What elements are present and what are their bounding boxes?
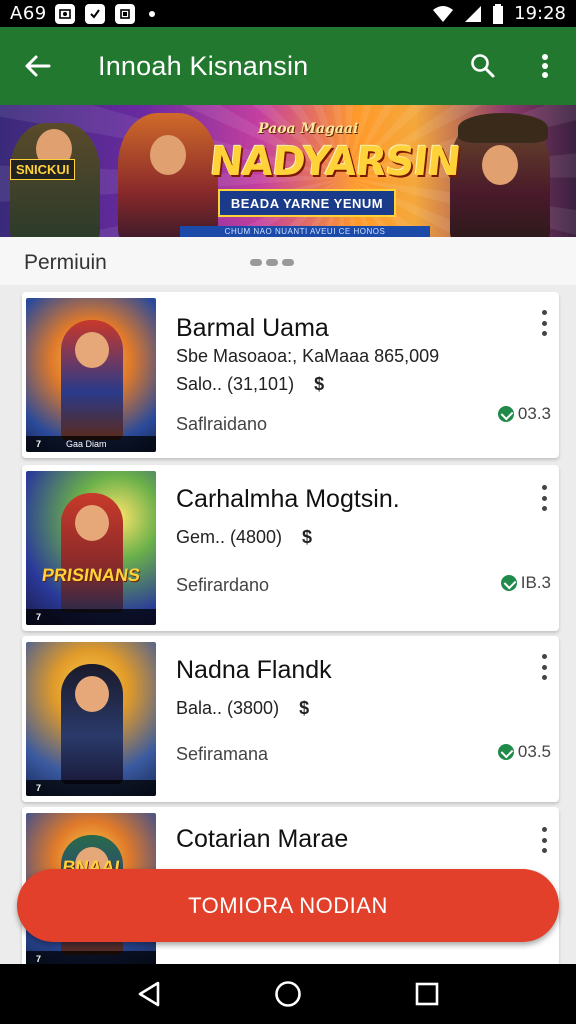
banner-hero-center-face <box>150 135 186 175</box>
price-icon: $ <box>314 374 325 394</box>
banner-hero-hat <box>458 113 548 143</box>
game-rating: IB.3 <box>500 573 551 593</box>
arrow-left-icon <box>25 55 51 77</box>
game-title: Cotarian Marae <box>176 825 349 853</box>
game-thumbnail: 7 <box>26 642 156 796</box>
nav-recents-button[interactable] <box>403 970 451 1018</box>
wifi-icon <box>433 5 454 22</box>
nav-back-button[interactable] <box>125 970 173 1018</box>
list-item[interactable]: PRISINANS 7 Carhalmha Mogtsin. Gem.. (48… <box>22 465 559 631</box>
promo-banner[interactable]: SNICKUI Paoa Magaai NADYARSIN BEADA YARN… <box>0 105 576 237</box>
banner-left-tag: SNICKUI <box>10 159 76 180</box>
system-nav-bar <box>0 964 576 1024</box>
item-menu-button[interactable] <box>537 827 551 853</box>
rating-value: 03.3 <box>517 404 551 423</box>
list-item[interactable]: 7 Nadna Flandk Bala.. (3800) $ Sefiramana… <box>22 636 559 802</box>
banner-hero-right-face <box>482 145 518 185</box>
thumbnail-footer: 7 <box>26 780 156 796</box>
banner-logo: NADYARSIN <box>207 139 463 185</box>
rating-icon <box>500 575 517 591</box>
game-meta-text: Bala.. (3800) <box>176 698 280 718</box>
battery-icon <box>493 3 504 24</box>
search-button[interactable] <box>452 27 514 105</box>
photo-notification-icon <box>54 3 75 24</box>
game-rating: 03.5 <box>497 742 551 762</box>
game-meta: Bala.. (3800) $ <box>176 698 309 719</box>
rating-value: 03.5 <box>517 742 551 761</box>
game-list: Permiuin 7 Gaa Diam Barmal Uama Sbe Masoa… <box>0 237 576 964</box>
game-thumbnail: 7 Gaa Diam <box>26 298 156 452</box>
game-publisher: Sefirardano <box>176 575 270 595</box>
game-meta: Gem.. (4800) $ <box>176 527 312 548</box>
section-title: Permiuin <box>24 251 107 274</box>
list-item[interactable]: 7 Gaa Diam Barmal Uama Sbe Masoaoa:, KaMa… <box>22 292 559 458</box>
game-publisher: Sefiramana <box>176 744 269 764</box>
rating-value: IB.3 <box>520 573 551 592</box>
game-meta: Salo.. (31,101) $ <box>176 374 324 395</box>
game-title: Carhalmha Mogtsin. <box>176 485 400 513</box>
game-meta-text: Gem.. (4800) <box>176 527 283 547</box>
thumbnail-footer: 7 <box>26 609 156 625</box>
banner-hero-center <box>118 113 218 237</box>
signal-icon <box>465 5 482 22</box>
banner-strip: CHUM NAO NUANTI AVEUI CE HONOS <box>180 226 430 237</box>
overflow-menu-button[interactable] <box>514 27 576 105</box>
thumbnail-footer: 7 <box>26 951 156 964</box>
banner-logo-subtitle: Paoa Magaai <box>258 121 359 137</box>
search-icon <box>471 54 495 78</box>
game-thumbnail: PRISINANS 7 <box>26 471 156 625</box>
more-vertical-icon <box>542 54 548 78</box>
primary-action-button[interactable]: TOMIORA NODIAN <box>17 869 559 942</box>
section-header: Permiuin <box>0 237 576 285</box>
app-bar: Innoah Kisnansin <box>0 27 576 105</box>
game-title: Nadna Flandk <box>176 656 332 684</box>
status-carrier-text: A69 <box>10 3 47 24</box>
thumbnail-label: PRISINANS <box>40 565 142 585</box>
nav-home-button[interactable] <box>264 970 312 1018</box>
page-title: Innoah Kisnansin <box>98 50 309 81</box>
price-icon: $ <box>299 698 310 718</box>
rating-icon <box>497 406 514 422</box>
game-rating: 03.3 <box>497 404 551 424</box>
price-icon: $ <box>302 527 313 547</box>
circle-home-icon <box>275 981 301 1007</box>
game-meta-text: Salo.. (31,101) <box>176 374 295 394</box>
game-publisher: Saflraidano <box>176 414 268 434</box>
square-recents-icon <box>415 982 438 1006</box>
back-button[interactable] <box>0 27 74 105</box>
rating-icon <box>497 744 514 760</box>
carousel-indicator <box>250 259 294 266</box>
game-subtitle: Sbe Masoaoa:, KaMaaa 865,009 <box>176 346 440 366</box>
status-bar: A69 19:28 <box>0 0 576 27</box>
item-menu-button[interactable] <box>537 310 551 336</box>
triangle-back-icon <box>139 981 160 1007</box>
item-menu-button[interactable] <box>537 485 551 511</box>
item-menu-button[interactable] <box>537 654 551 680</box>
status-clock: 19:28 <box>514 3 566 24</box>
thumbnail-footer: 7 Gaa Diam <box>26 436 156 452</box>
message-notification-icon <box>114 3 135 24</box>
banner-ribbon: BEADA YARNE YENUM <box>218 189 396 217</box>
game-title: Barmal Uama <box>176 314 329 342</box>
more-notifications-dot <box>148 10 155 17</box>
check-notification-icon <box>84 3 105 24</box>
